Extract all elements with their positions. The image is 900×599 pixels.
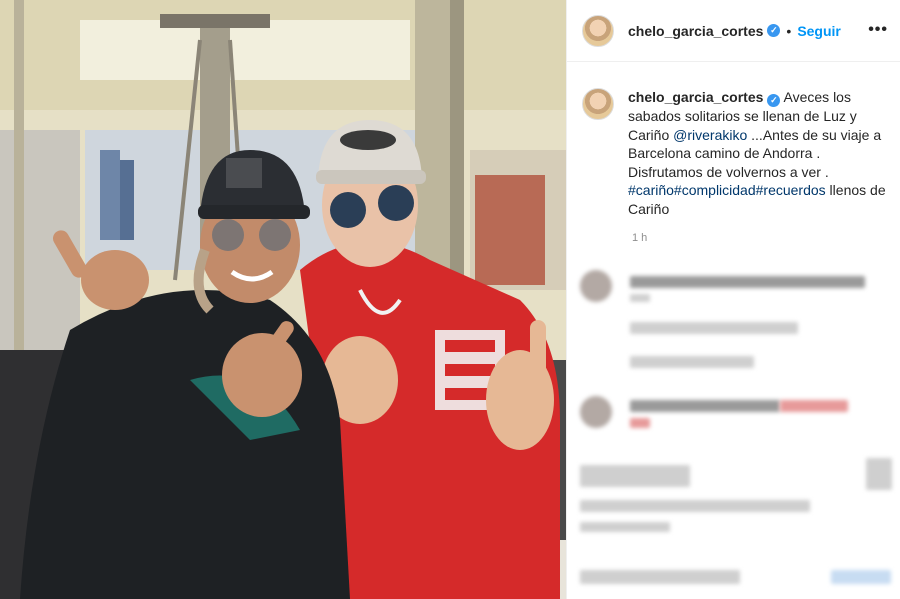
post-photo[interactable] bbox=[0, 0, 566, 599]
blurred-action-icons bbox=[580, 465, 690, 487]
blurred-comment-line bbox=[630, 322, 798, 334]
blurred-comment-line bbox=[630, 418, 650, 428]
blurred-comment-line bbox=[630, 294, 650, 302]
mention-link[interactable]: @riverakiko bbox=[673, 127, 747, 143]
follow-button[interactable]: Seguir bbox=[797, 23, 841, 39]
blurred-bookmark bbox=[866, 458, 892, 490]
more-options-icon[interactable]: ••• bbox=[868, 21, 888, 39]
blurred-avatar bbox=[580, 270, 612, 302]
blurred-comment-line bbox=[630, 356, 754, 368]
caption-verified-badge-icon: ✓ bbox=[767, 94, 781, 107]
blurred-comments bbox=[566, 260, 900, 599]
header-username[interactable]: chelo_garcia_cortes bbox=[628, 23, 763, 39]
blurred-comment-line bbox=[630, 276, 865, 288]
caption-username[interactable]: chelo_garcia_cortes bbox=[628, 89, 763, 105]
blurred-date bbox=[580, 522, 670, 532]
photo-illustration bbox=[0, 0, 566, 599]
profile-avatar-icon[interactable] bbox=[582, 14, 614, 47]
post-header: chelo_garcia_cortes ✓ • Seguir ••• bbox=[566, 0, 900, 62]
hashtag-links[interactable]: #cariño#complicidad#recuerdos bbox=[628, 182, 826, 198]
blurred-likes bbox=[580, 500, 810, 512]
blurred-add-comment bbox=[580, 570, 740, 584]
post-timestamp: 1 h bbox=[632, 232, 648, 244]
blurred-avatar bbox=[580, 396, 612, 428]
blurred-comment-line bbox=[630, 400, 780, 412]
blurred-publish bbox=[831, 570, 891, 584]
blurred-comment-line bbox=[780, 400, 848, 412]
caption: chelo_garcia_cortes ✓ Aveces los sabados … bbox=[582, 88, 892, 218]
separator-dot: • bbox=[786, 22, 792, 39]
verified-badge-icon: ✓ bbox=[767, 24, 781, 37]
caption-text: chelo_garcia_cortes ✓ Aveces los sabados … bbox=[628, 88, 892, 218]
caption-avatar-icon[interactable] bbox=[582, 88, 614, 120]
